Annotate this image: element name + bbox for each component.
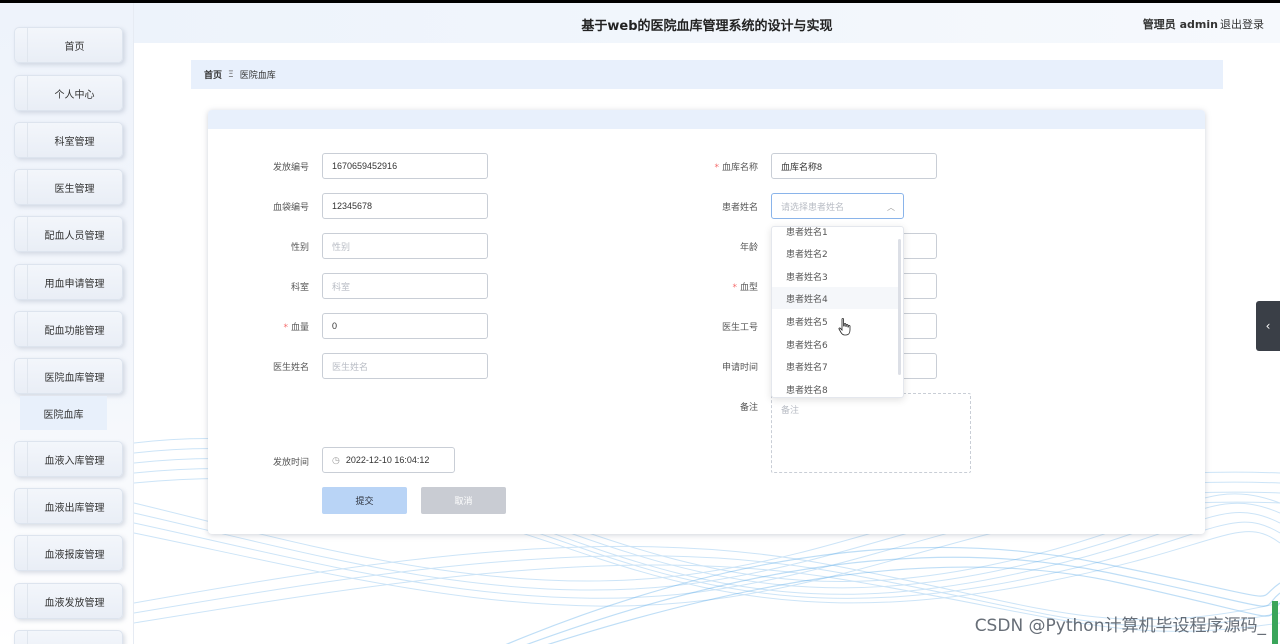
dropdown-option[interactable]: 患者姓名7 — [772, 355, 900, 377]
page-title: 基于web的医院血库管理系统的设计与实现 — [581, 19, 833, 34]
submit-button[interactable]: 提交 — [322, 487, 407, 514]
page-scrollbar[interactable] — [1272, 601, 1278, 644]
watermark: CSDN @Python计算机毕设程序源码_ — [974, 616, 1266, 636]
sidebar-item-profile[interactable]: 个人中心 — [14, 75, 123, 111]
bag-no-label: 血袋编号 — [272, 203, 309, 213]
breadcrumb-current: 医院血库 — [239, 71, 276, 81]
sidebar-item-blood-scrap[interactable]: 血液报废管理 — [14, 535, 123, 571]
card-header-bar — [208, 110, 1205, 129]
bank-name-input[interactable]: 血库名称8 — [771, 153, 937, 179]
sidebar-item-blood-inbound[interactable]: 血液入库管理 — [14, 441, 123, 477]
patient-name-label: 患者姓名 — [721, 203, 758, 213]
remark-textarea[interactable]: 备注 — [771, 393, 971, 473]
sidebar: 首页 个人中心 科室管理 医生管理 配血人员管理 用血申请管理 配血功能管理 医… — [0, 3, 134, 644]
current-user: 管理员 admin — [1142, 18, 1218, 31]
bag-no-input[interactable]: 12345678 — [322, 193, 488, 219]
sidebar-item-blood-requests[interactable]: 用血申请管理 — [14, 264, 123, 300]
breadcrumb: 首页 Ξ 医院血库 — [191, 60, 1223, 89]
dropdown-option[interactable]: 患者姓名8 — [772, 378, 900, 397]
patient-name-dropdown: 患者姓名1 患者姓名2 患者姓名3 患者姓名4 患者姓名5 患者姓名6 患者姓名… — [771, 226, 904, 398]
logout-link[interactable]: 退出登录 — [1220, 16, 1264, 32]
patient-name-select[interactable]: 请选择患者姓名 ︿ — [771, 193, 904, 219]
breadcrumb-separator: Ξ — [228, 69, 234, 80]
gender-label: 性别 — [290, 243, 309, 253]
sidebar-item-more[interactable] — [14, 630, 123, 644]
age-label: 年龄 — [739, 243, 758, 253]
sidebar-subitem-blood-bank[interactable]: 医院血库 — [20, 396, 107, 430]
doctor-name-label: 医生姓名 — [272, 363, 309, 373]
dept-label: 科室 — [290, 283, 309, 293]
breadcrumb-home[interactable]: 首页 — [204, 68, 222, 81]
blood-type-label: * 血型 — [732, 283, 758, 293]
volume-input[interactable]: 0 — [322, 313, 488, 339]
dropdown-option[interactable]: 患者姓名1 — [772, 227, 900, 242]
chevron-left-icon: ‹ — [1265, 319, 1271, 333]
dropdown-option[interactable]: 患者姓名6 — [772, 333, 900, 355]
apply-time-label: 申请时间 — [721, 363, 758, 373]
dropdown-option[interactable]: 患者姓名2 — [772, 242, 900, 264]
gender-input[interactable]: 性别 — [322, 233, 488, 259]
doctor-name-input[interactable]: 医生姓名 — [322, 353, 488, 379]
sidebar-item-blood-bank[interactable]: 医院血库管理 — [14, 358, 123, 394]
sidebar-item-matching-function[interactable]: 配血功能管理 — [14, 311, 123, 347]
hand-cursor-icon — [838, 318, 851, 336]
doctor-id-label: 医生工号 — [721, 323, 758, 333]
bank-name-label: * 血库名称 — [714, 163, 758, 173]
sidebar-item-blood-issue[interactable]: 血液发放管理 — [14, 583, 123, 619]
issue-time-picker[interactable]: ◷ 2022-12-10 16:04:12 — [322, 447, 455, 473]
remark-label: 备注 — [739, 403, 758, 413]
sidebar-item-doctors[interactable]: 医生管理 — [14, 169, 123, 205]
sidebar-item-departments[interactable]: 科室管理 — [14, 122, 123, 158]
dropdown-option[interactable]: 患者姓名3 — [772, 265, 900, 287]
side-panel-toggle[interactable]: ‹ — [1256, 301, 1280, 351]
volume-label: * 血量 — [283, 323, 309, 333]
cancel-button[interactable]: 取消 — [421, 487, 506, 514]
dropdown-option[interactable]: 患者姓名5 — [772, 310, 900, 332]
dept-input[interactable]: 科室 — [322, 273, 488, 299]
sidebar-item-blood-outbound[interactable]: 血液出库管理 — [14, 488, 123, 524]
chevron-up-icon: ︿ — [887, 203, 895, 212]
top-header: 基于web的医院血库管理系统的设计与实现 管理员 admin 退出登录 — [134, 3, 1280, 43]
clock-icon: ◷ — [332, 454, 340, 465]
issue-time-label: 发放时间 — [272, 458, 309, 468]
dropdown-scrollbar[interactable] — [898, 239, 901, 375]
issue-no-input[interactable]: 1670659452916 — [322, 153, 488, 179]
dropdown-option[interactable]: 患者姓名4 — [772, 287, 900, 309]
sidebar-item-home[interactable]: 首页 — [14, 27, 123, 63]
issue-no-label: 发放编号 — [272, 163, 309, 173]
sidebar-item-matching-staff[interactable]: 配血人员管理 — [14, 216, 123, 252]
